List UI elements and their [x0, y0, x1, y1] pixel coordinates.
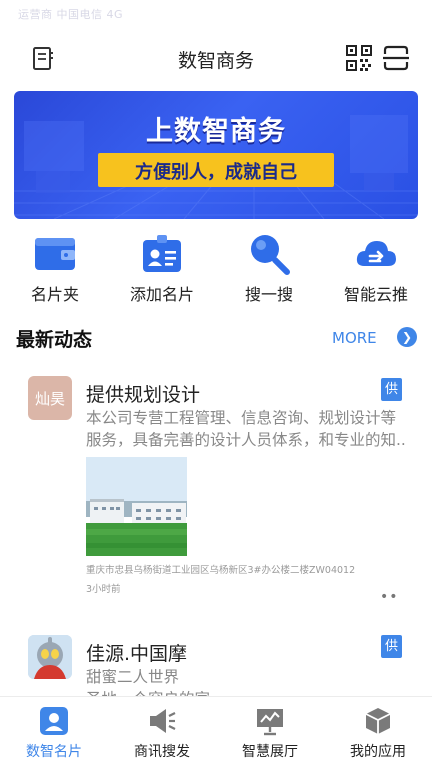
supply-tag: 供: [381, 635, 402, 658]
description-line: 圣地一个容户的家: [86, 688, 406, 696]
promo-banner[interactable]: 上数智商务 方便别人，成就自己: [14, 91, 418, 219]
app-header: 数智商务: [0, 36, 432, 82]
item-description: 本公司专营工程管理、信息咨询、规划设计等 服务，具备完善的设计人员体系，和专业的…: [86, 407, 406, 451]
item-address: 重庆市忠县乌杨街道工业园区乌杨新区3#办公楼二楼ZW04012: [86, 565, 356, 576]
item-time: 3小时前: [86, 584, 121, 595]
banner-title: 上数智商务: [146, 116, 286, 147]
quick-action-search[interactable]: 搜一搜: [224, 232, 314, 306]
avatar-text: 灿昊: [34, 390, 65, 408]
item-description: 甜蜜二人世界 圣地一个容户的家: [86, 666, 406, 696]
tab-my-apps[interactable]: 我的应用: [324, 697, 432, 768]
tab-smart-showroom[interactable]: 智慧展厅: [216, 697, 324, 768]
avatar: [28, 635, 72, 679]
description-line: 本公司专营工程管理、信息咨询、规划设计等: [86, 409, 397, 427]
quick-action-label: 名片夹: [30, 285, 79, 304]
tab-label: 智慧展厅: [242, 744, 298, 760]
item-title: 提供规划设计: [86, 384, 201, 406]
tab-digital-card[interactable]: 数智名片: [0, 697, 108, 768]
search-icon: [247, 232, 291, 276]
tab-news-publish[interactable]: 商讯搜发: [108, 697, 216, 768]
bottom-nav: 数智名片 商讯搜发 智慧展厅 我的应用: [0, 696, 432, 768]
item-title: 佳源.中国摩: [86, 643, 188, 665]
section-title: 最新动态: [16, 329, 93, 351]
quick-action-label: 智能云推: [343, 285, 408, 304]
quick-action-add-card[interactable]: 添加名片: [117, 232, 207, 306]
item-photo[interactable]: [86, 457, 187, 556]
description-line: 甜蜜二人世界: [86, 668, 180, 686]
description-line: 服务，具备完善的设计人员体系，和专业的知...: [86, 431, 406, 449]
scan-icon[interactable]: [382, 45, 410, 71]
status-text: 运营商 中国电信 4G: [18, 8, 124, 21]
tab-label: 商讯搜发: [134, 744, 190, 760]
person-card-icon: [39, 706, 69, 736]
banner-subtitle: 方便别人，成就自己: [135, 162, 297, 183]
qr-code-icon[interactable]: [346, 45, 372, 71]
megaphone-icon: [147, 706, 177, 736]
add-card-icon: [140, 232, 184, 276]
feed-item[interactable]: 佳源.中国摩 供 甜蜜二人世界 圣地一个容户的家: [0, 632, 432, 696]
more-link[interactable]: MORE: [332, 329, 377, 347]
chevron-right-icon[interactable]: ❯: [397, 327, 417, 347]
quick-action-label: 添加名片: [129, 285, 194, 304]
cloud-push-icon: [354, 232, 398, 276]
quick-action-cloud-push[interactable]: 智能云推: [331, 232, 421, 306]
tab-label: 数智名片: [26, 744, 82, 760]
feed-item[interactable]: 灿昊 提供规划设计 供 本公司专营工程管理、信息咨询、规划设计等 服务，具备完善…: [0, 375, 432, 610]
quick-action-label: 搜一搜: [244, 285, 293, 304]
card-holder-icon: [33, 232, 77, 276]
supply-tag: 供: [381, 378, 402, 401]
tab-label: 我的应用: [350, 744, 406, 760]
quick-action-card-holder[interactable]: 名片夹: [10, 232, 100, 306]
avatar: 灿昊: [28, 376, 72, 420]
banner-subtitle-box: 方便别人，成就自己: [98, 153, 334, 187]
more-options-icon[interactable]: ••: [380, 589, 399, 605]
cube-icon: [363, 706, 393, 736]
presentation-board-icon: [255, 706, 285, 736]
status-bar: 运营商 中国电信 4G: [0, 0, 432, 26]
